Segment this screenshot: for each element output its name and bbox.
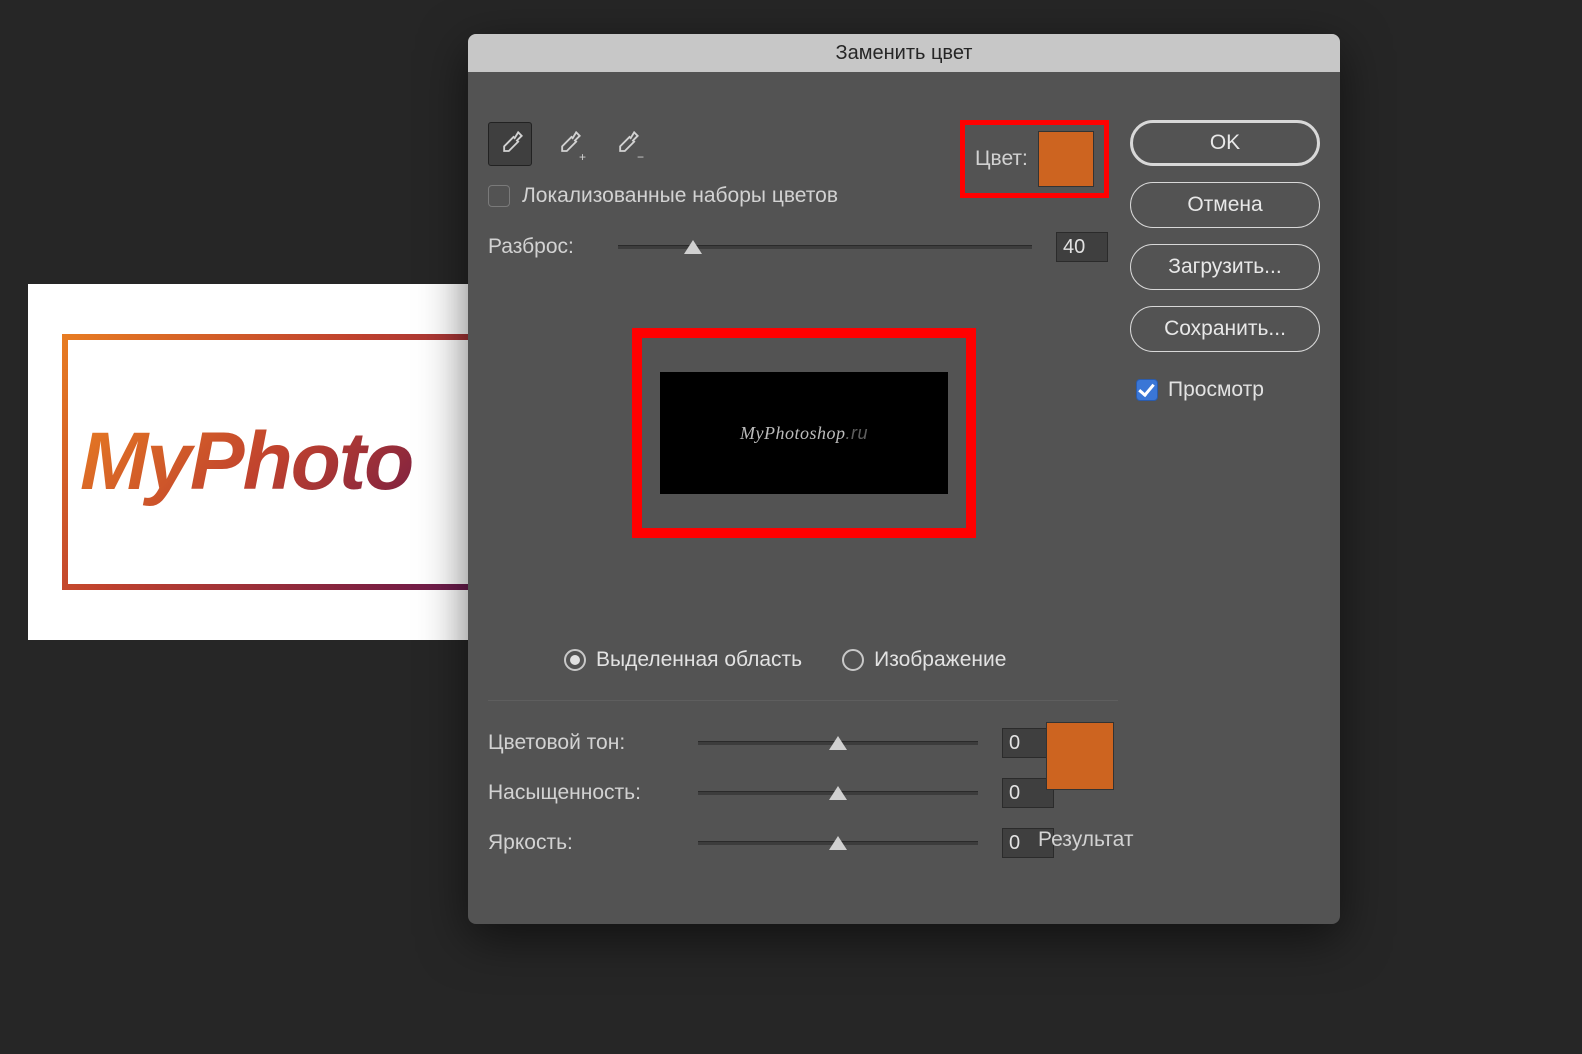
eyedropper-add-tool[interactable]: + xyxy=(546,122,590,166)
slider-thumb-icon xyxy=(829,736,847,750)
color-label: Цвет: xyxy=(975,147,1028,171)
minus-badge: − xyxy=(637,150,644,164)
replace-color-dialog: Заменить цвет + − Локализованные наборы … xyxy=(468,34,1340,924)
saturation-row: Насыщенность: xyxy=(488,778,1054,808)
saturation-label: Насыщенность: xyxy=(488,781,674,805)
hue-row: Цветовой тон: xyxy=(488,728,1054,758)
plus-badge: + xyxy=(579,150,586,164)
selection-preview-image: MyPhotoshop.ru xyxy=(660,372,948,494)
localized-clusters-checkbox[interactable] xyxy=(488,185,510,207)
ok-button[interactable]: OK xyxy=(1130,120,1320,166)
preview-checkbox-label: Просмотр xyxy=(1168,378,1264,402)
eyedropper-tool[interactable] xyxy=(488,122,532,166)
fuzziness-slider[interactable] xyxy=(618,245,1032,249)
lightness-row: Яркость: xyxy=(488,828,1054,858)
image-radio-label[interactable]: Изображение xyxy=(842,648,1006,672)
selection-preview[interactable]: MyPhotoshop.ru xyxy=(632,328,976,538)
eyedropper-icon xyxy=(496,130,524,158)
localized-clusters-row: Локализованные наборы цветов xyxy=(488,184,838,208)
result-label: Результат xyxy=(1038,828,1134,852)
eyedropper-subtract-tool[interactable]: − xyxy=(604,122,648,166)
selection-radio[interactable] xyxy=(564,649,586,671)
lightness-label: Яркость: xyxy=(488,831,674,855)
dialog-title: Заменить цвет xyxy=(468,34,1340,72)
image-radio[interactable] xyxy=(842,649,864,671)
lightness-slider[interactable] xyxy=(698,841,978,845)
fuzziness-row: Разброс: xyxy=(488,232,1108,262)
fuzziness-value[interactable] xyxy=(1056,232,1108,262)
load-button[interactable]: Загрузить... xyxy=(1130,244,1320,290)
slider-thumb-icon xyxy=(829,836,847,850)
hue-label: Цветовой тон: xyxy=(488,731,674,755)
canvas-text: MyPhoto xyxy=(80,415,412,509)
sampled-color-swatch[interactable] xyxy=(1038,131,1094,187)
preview-mode-group: Выделенная область Изображение xyxy=(564,648,1006,672)
divider xyxy=(488,700,1118,701)
preview-text: MyPhotoshop.ru xyxy=(740,423,868,444)
sampled-color-row: Цвет: xyxy=(960,120,1109,198)
dialog-button-column: OK Отмена Загрузить... Сохранить... Прос… xyxy=(1130,120,1320,402)
eyedropper-group: + − xyxy=(488,122,648,166)
result-swatch[interactable] xyxy=(1046,722,1114,790)
hue-slider[interactable] xyxy=(698,741,978,745)
save-button[interactable]: Сохранить... xyxy=(1130,306,1320,352)
preview-checkbox-row: Просмотр xyxy=(1130,378,1320,402)
eyedropper-subtract-icon xyxy=(612,130,640,158)
preview-checkbox[interactable] xyxy=(1136,379,1158,401)
slider-thumb-icon xyxy=(829,786,847,800)
eyedropper-add-icon xyxy=(554,130,582,158)
slider-thumb-icon xyxy=(684,240,702,254)
localized-clusters-label: Локализованные наборы цветов xyxy=(522,184,838,208)
saturation-slider[interactable] xyxy=(698,791,978,795)
cancel-button[interactable]: Отмена xyxy=(1130,182,1320,228)
fuzziness-label: Разброс: xyxy=(488,235,594,259)
selection-radio-label[interactable]: Выделенная область xyxy=(564,648,802,672)
